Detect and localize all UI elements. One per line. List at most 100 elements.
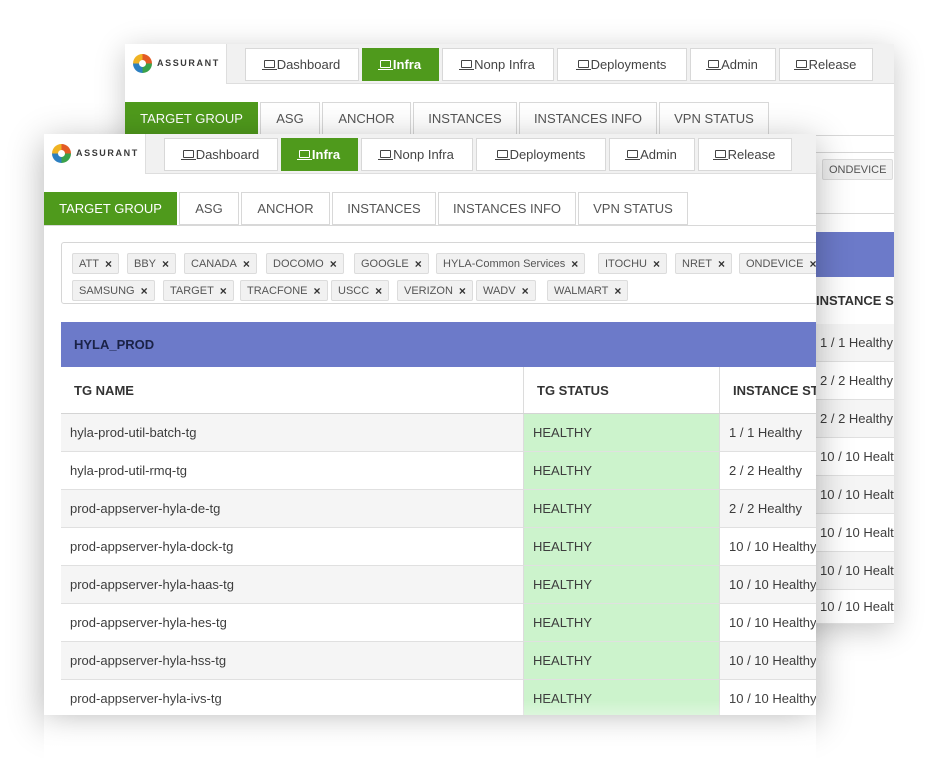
table-row: hyla-prod-util-batch-tg HEALTHY 1 / 1 He… (61, 414, 816, 452)
back-nav-tab-deployments[interactable]: Deployments (557, 48, 687, 81)
subtab-anchor[interactable]: ANCHOR (241, 192, 330, 225)
filter-chip-bby[interactable]: BBY × (127, 253, 177, 274)
close-icon[interactable]: × (522, 284, 529, 298)
filter-chip-ondevice[interactable]: ONDEVICE × (739, 253, 816, 274)
filter-chip-canada[interactable]: CANADA × (184, 253, 257, 274)
close-icon[interactable]: × (653, 257, 660, 271)
tab-divider (44, 225, 816, 226)
instance-status-cell: 10 / 10 Healthy (720, 528, 816, 566)
close-icon[interactable]: × (141, 284, 148, 298)
filter-chip-google[interactable]: GOOGLE × (354, 253, 429, 274)
filter-chip-nret[interactable]: NRET × (675, 253, 732, 274)
tg-status-cell: HEALTHY (524, 490, 720, 528)
filter-chip-tracfone[interactable]: TRACFONE × (240, 280, 328, 301)
back-nav-tab-dashboard[interactable]: Dashboard (245, 48, 359, 81)
back-instance-cell: 10 / 10 Healthy (816, 476, 894, 514)
back-subtab-instances[interactable]: INSTANCES (413, 102, 517, 135)
back-subtab-asg[interactable]: ASG (260, 102, 320, 135)
nav-tab-label: Nonp Infra (474, 57, 535, 72)
filter-chip-docomo[interactable]: DOCOMO × (266, 253, 344, 274)
nav-tab-deployments[interactable]: Deployments (476, 138, 606, 171)
monitor-icon (625, 149, 641, 160)
chip-label: WALMART (554, 284, 609, 297)
monitor-icon (706, 59, 722, 70)
back-instance-cell: 1 / 1 Healthy (816, 324, 894, 362)
nav-tab-dashboard[interactable]: Dashboard (164, 138, 278, 171)
table-row: prod-appserver-hyla-ivs-tg HEALTHY 10 / … (61, 680, 816, 715)
filter-chip-target[interactable]: TARGET × (163, 280, 234, 301)
group-header: HYLA_PROD (61, 322, 816, 367)
close-icon[interactable]: × (459, 284, 466, 298)
close-icon[interactable]: × (162, 257, 169, 271)
back-instance-cell: 10 / 10 Healthy (816, 590, 894, 624)
back-logo: ASSURANT (125, 44, 227, 84)
table-row: prod-appserver-hyla-hss-tg HEALTHY 10 / … (61, 642, 816, 680)
subtab-asg[interactable]: ASG (179, 192, 239, 225)
instance-status-cell: 10 / 10 Healthy (720, 680, 816, 715)
close-icon[interactable]: × (718, 257, 725, 271)
back-subtab-anchor[interactable]: ANCHOR (322, 102, 411, 135)
filter-chip-wadv[interactable]: WADV × (476, 280, 536, 301)
subtab-instances-info[interactable]: INSTANCES INFO (438, 192, 576, 225)
close-icon[interactable]: × (571, 257, 578, 271)
close-icon[interactable]: × (375, 284, 382, 298)
filter-chip-hyla-common-services[interactable]: HYLA-Common Services × (436, 253, 586, 274)
chip-label: VERIZON (404, 284, 453, 297)
filter-chip-verizon[interactable]: VERIZON × (397, 280, 473, 301)
tg-name-cell: prod-appserver-hyla-de-tg (61, 490, 524, 528)
chip-label: BBY (134, 257, 157, 270)
filter-chip-samsung[interactable]: SAMSUNG × (72, 280, 155, 301)
nav-tab-admin[interactable]: Admin (609, 138, 695, 171)
subtab-target-group[interactable]: TARGET GROUP (44, 192, 177, 225)
back-subtab-target-group[interactable]: TARGET GROUP (125, 102, 258, 135)
column-header-instance-status[interactable]: INSTANCE STATUS (720, 367, 816, 413)
close-icon[interactable]: × (330, 257, 337, 271)
logo[interactable]: ASSURANT (44, 134, 146, 174)
close-icon[interactable]: × (314, 284, 321, 298)
back-nav-tab-release[interactable]: Release (779, 48, 873, 81)
nav-tab-infra[interactable]: Infra (281, 138, 358, 171)
filter-chip-walmart[interactable]: WALMART × (547, 280, 629, 301)
filter-chip-att[interactable]: ATT × (72, 253, 119, 274)
chip-label: USCC (338, 284, 370, 297)
monitor-icon (378, 149, 394, 160)
back-nav-tab-nonp-infra[interactable]: Nonp Infra (442, 48, 554, 81)
nav-tab-label: Dashboard (195, 147, 260, 162)
filter-chip-itochu[interactable]: ITOCHU × (598, 253, 667, 274)
nav-tab-label: Infra (392, 57, 422, 72)
back-nav-tab-infra[interactable]: Infra (362, 48, 439, 81)
tg-name-cell: prod-appserver-hyla-haas-tg (61, 566, 524, 604)
back-group-header (816, 232, 894, 277)
close-icon[interactable]: × (809, 257, 816, 271)
brand-name: ASSURANT (76, 148, 139, 158)
subtab-instances[interactable]: INSTANCES (332, 192, 436, 225)
back-subtab-instances-info[interactable]: INSTANCES INFO (519, 102, 657, 135)
close-icon[interactable]: × (105, 257, 112, 271)
close-icon[interactable]: × (415, 257, 422, 271)
instance-status-cell: 1 / 1 Healthy (720, 414, 816, 452)
close-icon[interactable]: × (243, 257, 250, 271)
nav-tab-nonp-infra[interactable]: Nonp Infra (361, 138, 473, 171)
nav-tab-release[interactable]: Release (698, 138, 792, 171)
monitor-icon (793, 59, 809, 70)
close-icon[interactable]: × (220, 284, 227, 298)
main-nav: Dashboard Infra Nonp Infra Deployments A… (164, 138, 795, 171)
back-sub-tabs: TARGET GROUP ASG ANCHOR INSTANCES INSTAN… (125, 102, 771, 135)
nav-tab-label: Infra (311, 147, 341, 162)
nav-tab-label: Admin (640, 147, 677, 162)
subtab-vpn-status[interactable]: VPN STATUS (578, 192, 688, 225)
customer-filter[interactable]: ATT × BBY × CANADA × DOCOMO × GOOGLE × HYLA-C… (61, 242, 816, 304)
column-header-tg-name[interactable]: TG NAME (61, 367, 524, 413)
monitor-icon (575, 59, 591, 70)
column-header-tg-status[interactable]: TG STATUS (524, 367, 720, 413)
tg-name-cell: hyla-prod-util-batch-tg (61, 414, 524, 452)
back-nav-tab-admin[interactable]: Admin (690, 48, 776, 81)
back-filter-chip[interactable]: ONDEVICE (822, 159, 894, 180)
filter-chip-uscc[interactable]: USCC × (331, 280, 390, 301)
back-instance-cell: 10 / 10 Healthy (816, 514, 894, 552)
tg-status-cell: HEALTHY (524, 642, 720, 680)
close-icon[interactable]: × (614, 284, 621, 298)
chip-label: ONDEVICE (829, 163, 887, 176)
back-subtab-vpn-status[interactable]: VPN STATUS (659, 102, 769, 135)
chip-label: WADV (483, 284, 516, 297)
